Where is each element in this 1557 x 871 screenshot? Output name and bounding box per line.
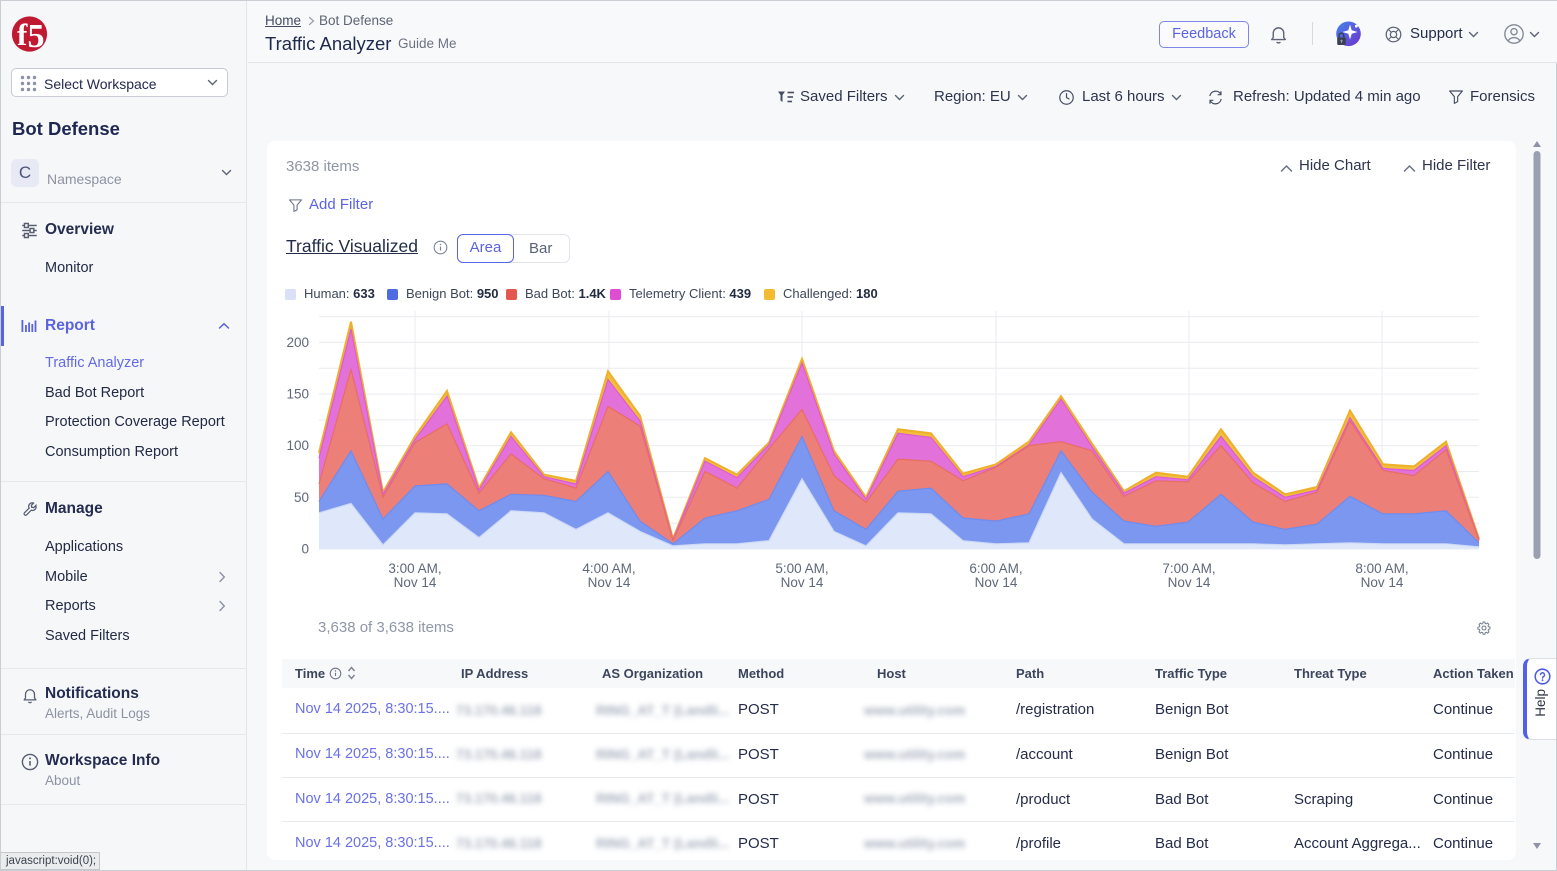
svg-text:4:00 AM,: 4:00 AM, (582, 561, 635, 576)
svg-text:Nov 14: Nov 14 (781, 575, 824, 590)
svg-text:0: 0 (301, 542, 309, 557)
svg-text:50: 50 (294, 490, 309, 505)
svg-text:Nov 14: Nov 14 (394, 575, 437, 590)
svg-text:3:00 AM,: 3:00 AM, (388, 561, 441, 576)
svg-text:Nov 14: Nov 14 (588, 575, 631, 590)
svg-text:6:00 AM,: 6:00 AM, (969, 561, 1022, 576)
svg-text:7:00 AM,: 7:00 AM, (1162, 561, 1215, 576)
svg-text:Nov 14: Nov 14 (975, 575, 1018, 590)
svg-text:150: 150 (286, 387, 309, 402)
svg-text:f: f (17, 17, 28, 52)
svg-text:Nov 14: Nov 14 (1168, 575, 1211, 590)
svg-text:5:00 AM,: 5:00 AM, (775, 561, 828, 576)
svg-text:100: 100 (286, 438, 309, 453)
svg-text:8:00 AM,: 8:00 AM, (1355, 561, 1408, 576)
svg-text:Nov 14: Nov 14 (1361, 575, 1404, 590)
svg-text:5: 5 (28, 18, 45, 54)
svg-text:200: 200 (286, 335, 309, 350)
